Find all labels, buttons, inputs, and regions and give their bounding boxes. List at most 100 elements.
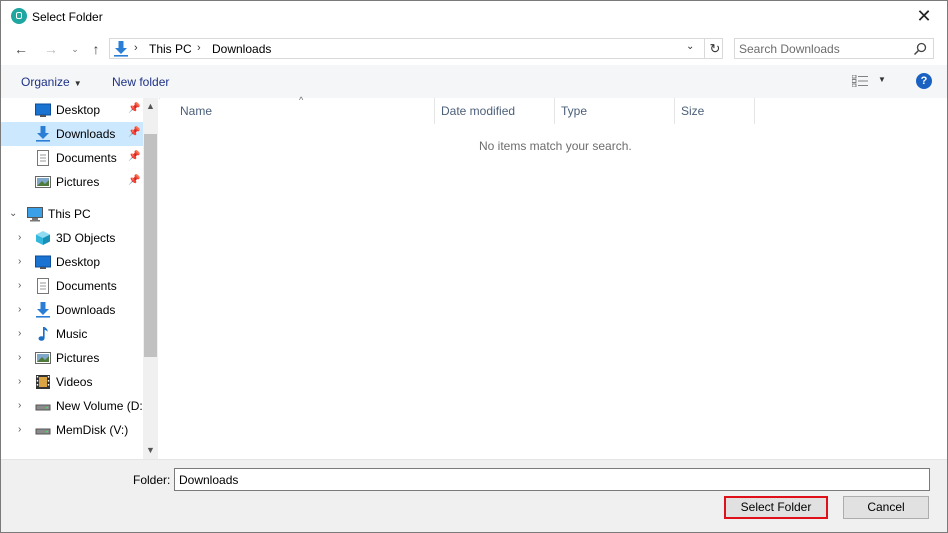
chevron-right-icon[interactable]: › bbox=[18, 328, 21, 339]
nav-item-documents-pc[interactable]: › Documents bbox=[1, 274, 143, 298]
forward-button[interactable]: → bbox=[42, 40, 60, 58]
nav-item-documents[interactable]: Documents 📌 bbox=[1, 146, 143, 170]
nav-item-label: Pictures bbox=[56, 351, 100, 365]
nav-item-new-volume-d[interactable]: › New Volume (D:) bbox=[1, 394, 143, 418]
nav-item-desktop-pc[interactable]: › Desktop bbox=[1, 250, 143, 274]
nav-item-downloads-pc[interactable]: › Downloads bbox=[1, 298, 143, 322]
caret-down-icon: ▼ bbox=[73, 79, 82, 88]
download-arrow-icon bbox=[36, 126, 50, 142]
command-toolbar: Organize ▼ New folder ▼ ? bbox=[1, 65, 947, 99]
view-dropdown-button[interactable]: ▼ bbox=[878, 75, 886, 84]
music-note-icon bbox=[38, 327, 48, 341]
chevron-right-icon[interactable]: › bbox=[18, 376, 21, 387]
chevron-right-icon[interactable]: › bbox=[18, 352, 21, 363]
nav-item-3d-objects[interactable]: › 3D Objects bbox=[1, 226, 143, 250]
up-arrow-icon: ↑ bbox=[92, 41, 100, 57]
nav-item-memdisk-v[interactable]: › MemDisk (V:) bbox=[1, 418, 143, 442]
chevron-right-icon[interactable]: › bbox=[18, 424, 21, 435]
nav-item-label: Downloads bbox=[56, 303, 116, 317]
column-header-type[interactable]: Type bbox=[555, 98, 675, 124]
sort-ascending-icon: ^ bbox=[299, 95, 304, 105]
nav-item-label: This PC bbox=[48, 207, 91, 221]
desktop-icon bbox=[35, 255, 51, 269]
column-header-name[interactable]: ^ Name bbox=[160, 95, 435, 124]
nav-item-pictures-pc[interactable]: › Pictures bbox=[1, 346, 143, 370]
chevron-down-icon[interactable]: ⌄ bbox=[9, 208, 17, 219]
navigation-pane-scrollbar[interactable]: ▲ ▼ bbox=[143, 98, 158, 459]
file-list: ^ Name Date modified Type Size No items … bbox=[160, 95, 947, 459]
new-folder-button[interactable]: New folder bbox=[112, 75, 169, 89]
column-label: Date modified bbox=[441, 104, 516, 118]
breadcrumb-downloads[interactable]: Downloads bbox=[212, 42, 271, 56]
chevron-right-icon[interactable]: › bbox=[18, 400, 21, 411]
chevron-right-icon[interactable]: › bbox=[18, 256, 21, 267]
download-arrow-icon bbox=[114, 41, 128, 57]
title-bar: Select Folder ✕ bbox=[1, 1, 947, 32]
address-bar[interactable]: › This PC › Downloads ⌄ ↻ bbox=[109, 38, 723, 59]
nav-item-label: Documents bbox=[56, 279, 117, 293]
pictures-icon bbox=[35, 176, 51, 188]
nav-item-label: Downloads bbox=[56, 127, 116, 141]
up-button[interactable]: ↑ bbox=[87, 40, 105, 58]
nav-item-this-pc[interactable]: ⌄ This PC bbox=[1, 202, 143, 226]
nav-item-label: Music bbox=[56, 327, 88, 341]
folder-label: Folder: bbox=[133, 473, 171, 487]
recent-locations-button[interactable]: ⌄ bbox=[66, 40, 84, 58]
refresh-button[interactable]: ↻ bbox=[704, 39, 725, 58]
organize-label: Organize bbox=[21, 75, 70, 89]
search-icon bbox=[913, 42, 927, 56]
nav-item-label: Desktop bbox=[56, 255, 101, 269]
chevron-down-icon: ⌄ bbox=[71, 44, 79, 54]
chevron-right-icon[interactable]: › bbox=[18, 232, 21, 243]
cube-icon bbox=[36, 231, 50, 245]
column-header-size[interactable]: Size bbox=[675, 98, 755, 124]
download-arrow-icon bbox=[36, 302, 50, 318]
dialog-footer: Folder: Select Folder Cancel bbox=[1, 459, 947, 532]
view-options-icon[interactable] bbox=[852, 75, 868, 87]
scroll-down-arrow-icon[interactable]: ▼ bbox=[143, 442, 158, 459]
pin-icon: 📌 bbox=[128, 151, 141, 162]
nav-item-pictures[interactable]: Pictures 📌 bbox=[1, 170, 143, 194]
pin-icon: 📌 bbox=[128, 127, 141, 138]
nav-item-label: Pictures bbox=[56, 175, 100, 189]
breadcrumb-separator: › bbox=[134, 42, 138, 54]
search-input[interactable] bbox=[739, 41, 909, 56]
document-icon bbox=[37, 278, 49, 294]
close-button[interactable]: ✕ bbox=[901, 1, 947, 32]
empty-state-message: No items match your search. bbox=[479, 139, 632, 153]
column-label: Type bbox=[561, 104, 588, 118]
nav-item-videos[interactable]: › Videos bbox=[1, 370, 143, 394]
search-box bbox=[734, 38, 934, 59]
nav-item-label: MemDisk (V:) bbox=[56, 423, 129, 437]
back-arrow-icon: ← bbox=[14, 41, 28, 57]
nav-item-desktop[interactable]: Desktop 📌 bbox=[1, 98, 143, 122]
help-icon[interactable]: ? bbox=[916, 73, 932, 89]
drive-icon bbox=[35, 428, 51, 435]
nav-item-downloads-quick[interactable]: Downloads 📌 bbox=[1, 122, 143, 146]
breadcrumb-this-pc[interactable]: This PC bbox=[149, 42, 192, 56]
computer-icon bbox=[27, 207, 43, 222]
nav-item-music[interactable]: › Music bbox=[1, 322, 143, 346]
drive-icon bbox=[35, 404, 51, 411]
chevron-right-icon[interactable]: › bbox=[18, 304, 21, 315]
pin-icon: 📌 bbox=[128, 103, 141, 114]
column-label: Name bbox=[180, 104, 213, 118]
close-icon: ✕ bbox=[916, 6, 932, 26]
cancel-button[interactable]: Cancel bbox=[843, 496, 929, 519]
select-folder-dialog: Select Folder ✕ ← → ⌄ ↑ › This PC › Down… bbox=[0, 0, 948, 533]
folder-name-input[interactable] bbox=[174, 468, 930, 491]
chevron-right-icon[interactable]: › bbox=[18, 280, 21, 291]
nav-item-label: 3D Objects bbox=[56, 231, 116, 245]
column-header-date-modified[interactable]: Date modified bbox=[435, 98, 555, 124]
organize-button[interactable]: Organize ▼ bbox=[21, 75, 82, 89]
scrollbar-thumb[interactable] bbox=[144, 134, 157, 357]
pin-icon: 📌 bbox=[128, 175, 141, 186]
back-button[interactable]: ← bbox=[12, 40, 30, 58]
navigation-bar: ← → ⌄ ↑ › This PC › Downloads ⌄ ↻ bbox=[1, 32, 947, 65]
app-icon bbox=[11, 8, 27, 24]
scroll-up-arrow-icon[interactable]: ▲ bbox=[143, 98, 158, 115]
forward-arrow-icon: → bbox=[44, 41, 58, 57]
address-dropdown-button[interactable]: ⌄ bbox=[686, 41, 694, 52]
desktop-icon bbox=[35, 103, 51, 117]
select-folder-button[interactable]: Select Folder bbox=[724, 496, 828, 519]
